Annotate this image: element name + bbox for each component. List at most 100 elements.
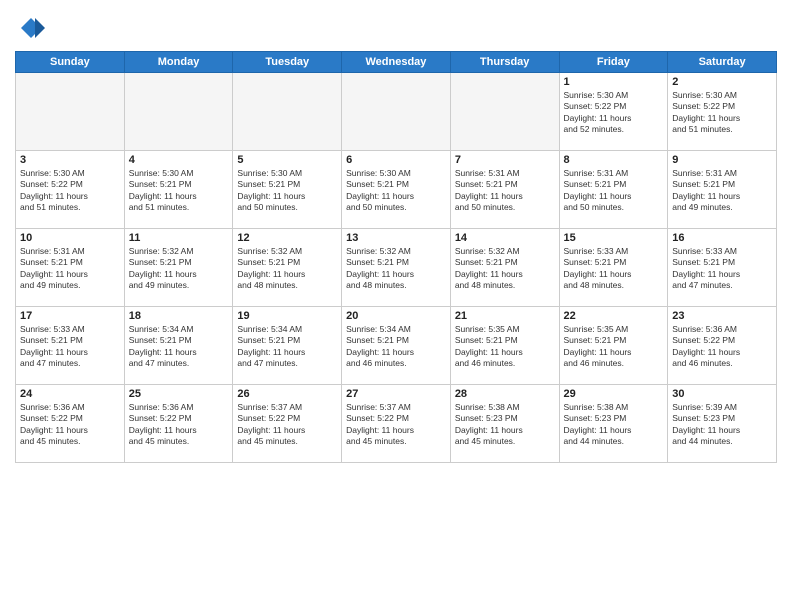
day-number: 16 bbox=[672, 232, 772, 244]
calendar-cell: 16 Sunrise: 5:33 AM Sunset: 5:21 PM Dayli… bbox=[668, 228, 777, 306]
weekday-header: Saturday bbox=[668, 51, 777, 72]
calendar-cell: 18 Sunrise: 5:34 AM Sunset: 5:21 PM Dayli… bbox=[124, 306, 233, 384]
calendar-cell: 22 Sunrise: 5:35 AM Sunset: 5:21 PM Dayli… bbox=[559, 306, 668, 384]
day-number: 18 bbox=[129, 310, 229, 322]
calendar-cell: 2 Sunrise: 5:30 AM Sunset: 5:22 PM Daylig… bbox=[668, 72, 777, 150]
day-info: Sunrise: 5:31 AM Sunset: 5:21 PM Dayligh… bbox=[672, 168, 772, 214]
calendar-cell: 14Sunrise: 5:32 AM Sunset: 5:21 PM Dayli… bbox=[450, 228, 559, 306]
weekday-header: Monday bbox=[124, 51, 233, 72]
day-number: 15 bbox=[564, 232, 664, 244]
day-info: Sunrise: 5:30 AM Sunset: 5:22 PM Dayligh… bbox=[20, 168, 120, 214]
day-info: Sunrise: 5:35 AM Sunset: 5:21 PM Dayligh… bbox=[564, 324, 664, 370]
calendar-cell: 23Sunrise: 5:36 AM Sunset: 5:22 PM Dayli… bbox=[668, 306, 777, 384]
day-info: Sunrise: 5:34 AM Sunset: 5:21 PM Dayligh… bbox=[129, 324, 229, 370]
calendar-cell: 7 Sunrise: 5:31 AM Sunset: 5:21 PM Daylig… bbox=[450, 150, 559, 228]
calendar-cell bbox=[342, 72, 451, 150]
calendar-cell: 12 Sunrise: 5:32 AM Sunset: 5:21 PM Dayli… bbox=[233, 228, 342, 306]
day-info: Sunrise: 5:39 AM Sunset: 5:23 PM Dayligh… bbox=[672, 402, 772, 448]
day-number: 9 bbox=[672, 154, 772, 166]
calendar-cell: 17 Sunrise: 5:33 AM Sunset: 5:21 PM Dayli… bbox=[16, 306, 125, 384]
day-info: Sunrise: 5:33 AM Sunset: 5:21 PM Dayligh… bbox=[564, 246, 664, 292]
calendar-week-row: 3 Sunrise: 5:30 AM Sunset: 5:22 PM Daylig… bbox=[16, 150, 777, 228]
day-info: Sunrise: 5:33 AM Sunset: 5:21 PM Dayligh… bbox=[672, 246, 772, 292]
day-number: 30 bbox=[672, 388, 772, 400]
calendar-cell: 4 Sunrise: 5:30 AM Sunset: 5:21 PM Daylig… bbox=[124, 150, 233, 228]
calendar-cell: 8 Sunrise: 5:31 AM Sunset: 5:21 PM Daylig… bbox=[559, 150, 668, 228]
day-info: Sunrise: 5:38 AM Sunset: 5:23 PM Dayligh… bbox=[455, 402, 555, 448]
page: SundayMondayTuesdayWednesdayThursdayFrid… bbox=[0, 0, 792, 612]
day-info: Sunrise: 5:38 AM Sunset: 5:23 PM Dayligh… bbox=[564, 402, 664, 448]
calendar-table: SundayMondayTuesdayWednesdayThursdayFrid… bbox=[15, 51, 777, 463]
calendar-header-row: SundayMondayTuesdayWednesdayThursdayFrid… bbox=[16, 51, 777, 72]
day-number: 7 bbox=[455, 154, 555, 166]
calendar-week-row: 17 Sunrise: 5:33 AM Sunset: 5:21 PM Dayli… bbox=[16, 306, 777, 384]
calendar-cell bbox=[450, 72, 559, 150]
day-info: Sunrise: 5:32 AM Sunset: 5:21 PM Dayligh… bbox=[237, 246, 337, 292]
day-info: Sunrise: 5:30 AM Sunset: 5:21 PM Dayligh… bbox=[237, 168, 337, 214]
day-number: 12 bbox=[237, 232, 337, 244]
day-number: 26 bbox=[237, 388, 337, 400]
day-info: Sunrise: 5:30 AM Sunset: 5:22 PM Dayligh… bbox=[564, 90, 664, 136]
calendar-week-row: 24Sunrise: 5:36 AM Sunset: 5:22 PM Dayli… bbox=[16, 384, 777, 462]
day-number: 6 bbox=[346, 154, 446, 166]
day-number: 28 bbox=[455, 388, 555, 400]
day-info: Sunrise: 5:31 AM Sunset: 5:21 PM Dayligh… bbox=[20, 246, 120, 292]
day-info: Sunrise: 5:31 AM Sunset: 5:21 PM Dayligh… bbox=[455, 168, 555, 214]
day-info: Sunrise: 5:37 AM Sunset: 5:22 PM Dayligh… bbox=[237, 402, 337, 448]
calendar-cell: 21 Sunrise: 5:35 AM Sunset: 5:21 PM Dayli… bbox=[450, 306, 559, 384]
day-number: 5 bbox=[237, 154, 337, 166]
calendar-cell bbox=[124, 72, 233, 150]
calendar-cell: 24Sunrise: 5:36 AM Sunset: 5:22 PM Dayli… bbox=[16, 384, 125, 462]
calendar-cell: 13Sunrise: 5:32 AM Sunset: 5:21 PM Dayli… bbox=[342, 228, 451, 306]
calendar-cell: 28 Sunrise: 5:38 AM Sunset: 5:23 PM Dayli… bbox=[450, 384, 559, 462]
day-info: Sunrise: 5:35 AM Sunset: 5:21 PM Dayligh… bbox=[455, 324, 555, 370]
weekday-header: Friday bbox=[559, 51, 668, 72]
calendar-cell: 3 Sunrise: 5:30 AM Sunset: 5:22 PM Daylig… bbox=[16, 150, 125, 228]
day-info: Sunrise: 5:31 AM Sunset: 5:21 PM Dayligh… bbox=[564, 168, 664, 214]
weekday-header: Tuesday bbox=[233, 51, 342, 72]
weekday-header: Sunday bbox=[16, 51, 125, 72]
header bbox=[15, 10, 777, 47]
day-number: 10 bbox=[20, 232, 120, 244]
calendar-cell: 30 Sunrise: 5:39 AM Sunset: 5:23 PM Dayli… bbox=[668, 384, 777, 462]
day-number: 3 bbox=[20, 154, 120, 166]
calendar-cell: 15 Sunrise: 5:33 AM Sunset: 5:21 PM Dayli… bbox=[559, 228, 668, 306]
calendar-week-row: 10 Sunrise: 5:31 AM Sunset: 5:21 PM Dayli… bbox=[16, 228, 777, 306]
day-number: 23 bbox=[672, 310, 772, 322]
day-number: 25 bbox=[129, 388, 229, 400]
calendar-cell: 26 Sunrise: 5:37 AM Sunset: 5:22 PM Dayli… bbox=[233, 384, 342, 462]
calendar-cell: 11 Sunrise: 5:32 AM Sunset: 5:21 PM Dayli… bbox=[124, 228, 233, 306]
day-info: Sunrise: 5:32 AM Sunset: 5:21 PM Dayligh… bbox=[455, 246, 555, 292]
day-number: 20 bbox=[346, 310, 446, 322]
calendar-week-row: 1Sunrise: 5:30 AM Sunset: 5:22 PM Daylig… bbox=[16, 72, 777, 150]
day-number: 8 bbox=[564, 154, 664, 166]
logo bbox=[15, 14, 45, 47]
day-info: Sunrise: 5:30 AM Sunset: 5:21 PM Dayligh… bbox=[129, 168, 229, 214]
day-info: Sunrise: 5:34 AM Sunset: 5:21 PM Dayligh… bbox=[237, 324, 337, 370]
day-info: Sunrise: 5:30 AM Sunset: 5:22 PM Dayligh… bbox=[672, 90, 772, 136]
calendar-cell: 27Sunrise: 5:37 AM Sunset: 5:22 PM Dayli… bbox=[342, 384, 451, 462]
day-number: 13 bbox=[346, 232, 446, 244]
calendar-cell: 20 Sunrise: 5:34 AM Sunset: 5:21 PM Dayli… bbox=[342, 306, 451, 384]
day-number: 4 bbox=[129, 154, 229, 166]
day-info: Sunrise: 5:36 AM Sunset: 5:22 PM Dayligh… bbox=[129, 402, 229, 448]
day-info: Sunrise: 5:30 AM Sunset: 5:21 PM Dayligh… bbox=[346, 168, 446, 214]
day-number: 17 bbox=[20, 310, 120, 322]
day-info: Sunrise: 5:32 AM Sunset: 5:21 PM Dayligh… bbox=[129, 246, 229, 292]
calendar-cell: 29Sunrise: 5:38 AM Sunset: 5:23 PM Dayli… bbox=[559, 384, 668, 462]
calendar-cell bbox=[233, 72, 342, 150]
day-number: 11 bbox=[129, 232, 229, 244]
logo-icon bbox=[17, 14, 45, 42]
day-number: 22 bbox=[564, 310, 664, 322]
day-number: 19 bbox=[237, 310, 337, 322]
calendar-cell bbox=[16, 72, 125, 150]
calendar-cell: 25 Sunrise: 5:36 AM Sunset: 5:22 PM Dayli… bbox=[124, 384, 233, 462]
day-info: Sunrise: 5:33 AM Sunset: 5:21 PM Dayligh… bbox=[20, 324, 120, 370]
calendar-cell: 6 Sunrise: 5:30 AM Sunset: 5:21 PM Daylig… bbox=[342, 150, 451, 228]
day-number: 21 bbox=[455, 310, 555, 322]
calendar-cell: 1Sunrise: 5:30 AM Sunset: 5:22 PM Daylig… bbox=[559, 72, 668, 150]
day-info: Sunrise: 5:37 AM Sunset: 5:22 PM Dayligh… bbox=[346, 402, 446, 448]
day-info: Sunrise: 5:34 AM Sunset: 5:21 PM Dayligh… bbox=[346, 324, 446, 370]
calendar-cell: 9 Sunrise: 5:31 AM Sunset: 5:21 PM Daylig… bbox=[668, 150, 777, 228]
day-number: 2 bbox=[672, 76, 772, 88]
